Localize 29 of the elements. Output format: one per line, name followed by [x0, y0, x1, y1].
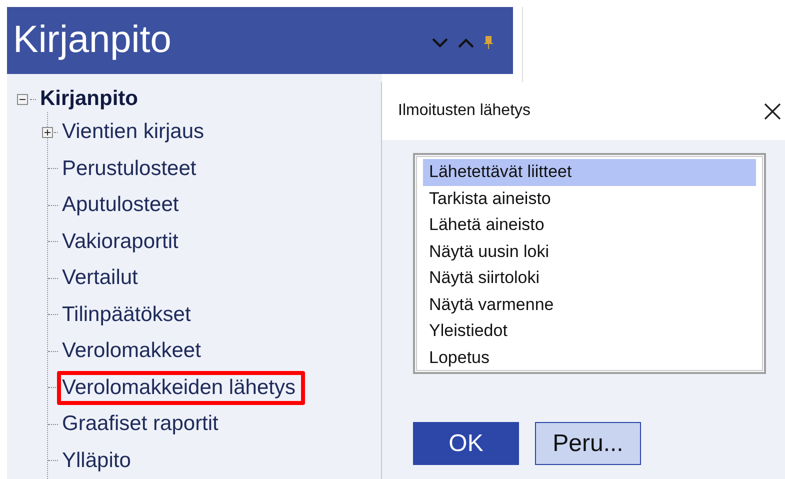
tree-item[interactable]: Aputulosteet	[57, 188, 189, 222]
expand-icon[interactable]	[42, 126, 53, 138]
cancel-button[interactable]: Peru...	[535, 422, 641, 465]
tree-item[interactable]: Verolomakkeet	[57, 334, 211, 368]
pin-icon[interactable]	[484, 36, 493, 49]
tree-item[interactable]: Vientien kirjaus	[57, 115, 214, 150]
list-item[interactable]: Lähetettävät liitteet	[423, 159, 756, 186]
tree-item[interactable]: Kirjanpito	[40, 87, 138, 111]
list-item[interactable]: Näytä varmenne	[423, 292, 756, 318]
ok-button[interactable]: OK	[413, 422, 519, 465]
close-icon[interactable]	[764, 102, 781, 120]
tree-item[interactable]: Graafiset raportit	[57, 407, 228, 442]
list-item[interactable]: Lopetus	[423, 344, 756, 371]
tree-item[interactable]: Ylläpito	[57, 444, 141, 478]
tree-item[interactable]: Verolomakkeiden lähetys	[57, 370, 306, 405]
panel-title: Kirjanpito	[13, 19, 172, 62]
chevron-down-icon[interactable]	[432, 38, 448, 48]
chevron-up-icon[interactable]	[458, 38, 474, 48]
tree-item[interactable]: Vakioraportit	[57, 224, 188, 259]
collapse-icon[interactable]	[17, 94, 28, 104]
list-item[interactable]: Näytä uusin loki	[423, 238, 756, 265]
tree-item[interactable]: Vertailut	[57, 261, 148, 296]
tree-item[interactable]: Perustulosteet	[57, 152, 206, 186]
list-item[interactable]: Näytä siirtoloki	[423, 265, 756, 292]
list-item[interactable]: Tarkista aineisto	[423, 186, 756, 212]
tree-item[interactable]: Tilinpäätökset	[57, 298, 201, 332]
dialog-title: Ilmoitusten lähetys	[398, 102, 531, 120]
list-item[interactable]: Lähetä aineisto	[423, 212, 756, 238]
list-item[interactable]: Yleistiedot	[423, 318, 756, 344]
